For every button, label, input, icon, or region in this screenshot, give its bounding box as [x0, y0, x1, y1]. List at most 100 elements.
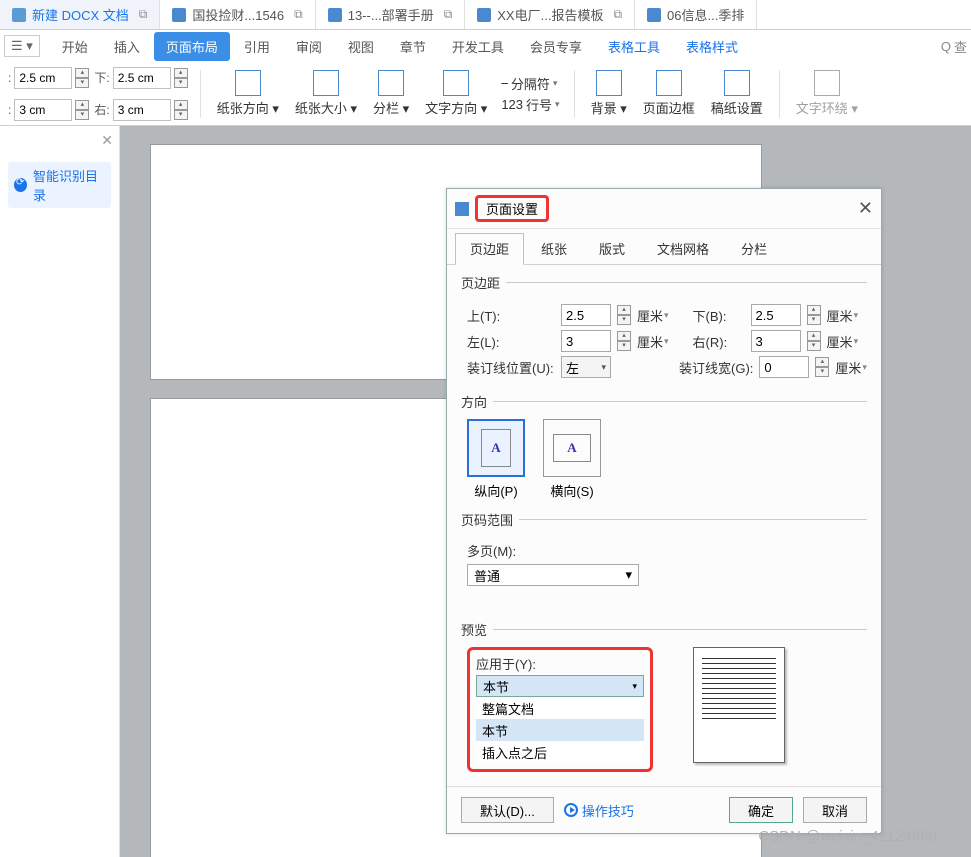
right-input[interactable]	[751, 330, 801, 352]
apply-option-afterpoint[interactable]: 插入点之后	[476, 741, 644, 763]
tab-label: 新建 DOCX 文档	[32, 5, 129, 24]
ribbon-tab-view[interactable]: 视图	[336, 32, 386, 61]
close-icon[interactable]: ✕	[858, 198, 873, 219]
ribbon-tab-pagelayout[interactable]: 页面布局	[154, 32, 230, 61]
spinner[interactable]: ▴▾	[75, 68, 89, 88]
ribbon-tab-review[interactable]: 审阅	[284, 32, 334, 61]
doc-tab[interactable]: XX电厂...报告模板 ⧉	[465, 0, 635, 29]
tab-label: 06信息...季排	[667, 5, 744, 24]
landscape-label: 横向(S)	[550, 481, 593, 500]
columns-button[interactable]: 分栏 ▾	[367, 68, 415, 119]
ribbon-tab-reference[interactable]: 引用	[232, 32, 282, 61]
tips-link[interactable]: 操作技巧	[564, 801, 634, 820]
navigation-pane: ✕ 智能识别目录	[0, 126, 120, 857]
separator-linenum-group: ⎯ 分隔符 ▾ 123 行号 ▾	[497, 72, 563, 116]
gutter-pos-select[interactable]: 左▾	[561, 356, 611, 378]
ribbon-tab-chapter[interactable]: 章节	[388, 32, 438, 61]
gutter-w-input[interactable]	[759, 356, 809, 378]
orientation-portrait[interactable]: A 纵向(P)	[467, 419, 525, 500]
page-setup-dialog: 页面设置 ✕ 页边距 纸张 版式 文档网格 分栏 页边距 上(T): ▴▾ 厘米…	[446, 188, 882, 834]
wps-icon	[328, 8, 342, 22]
preview-thumbnail	[693, 647, 785, 763]
linenum-button[interactable]: 123 行号 ▾	[501, 95, 559, 114]
duplicate-icon[interactable]: ⧉	[294, 7, 303, 22]
duplicate-icon[interactable]: ⧉	[613, 7, 622, 22]
unit-select[interactable]: 厘米▾	[637, 306, 669, 325]
wrap-icon	[814, 70, 840, 96]
duplicate-icon[interactable]: ⧉	[444, 7, 453, 22]
app-icon	[455, 202, 469, 216]
search-button[interactable]: Q 查	[941, 37, 967, 56]
background-button[interactable]: 背景 ▾	[585, 68, 633, 119]
page-icon	[313, 70, 339, 96]
ribbon-tab-tablestyle[interactable]: 表格样式	[674, 32, 750, 61]
wps-icon	[647, 8, 661, 22]
left-input[interactable]	[561, 330, 611, 352]
page-icon	[235, 70, 261, 96]
spinner[interactable]: ▴▾	[815, 357, 829, 377]
unit-select[interactable]: 厘米▾	[637, 332, 669, 351]
dialog-tab-layout[interactable]: 版式	[584, 233, 640, 264]
page-size-button[interactable]: 纸张大小 ▾	[289, 68, 363, 119]
unit-select[interactable]: 厘米▾	[827, 332, 859, 351]
margin-top-input[interactable]	[14, 67, 72, 89]
apply-option-wholedoc[interactable]: 整篇文档	[476, 697, 644, 719]
margin-right-input[interactable]	[113, 99, 171, 121]
grid-button[interactable]: 稿纸设置	[705, 68, 769, 119]
file-dropdown[interactable]: ☰ ▾	[4, 35, 40, 57]
orientation-landscape[interactable]: A 横向(S)	[543, 419, 601, 500]
wps-icon	[172, 8, 186, 22]
dialog-titlebar[interactable]: 页面设置 ✕	[447, 189, 881, 229]
bottom-input[interactable]	[751, 304, 801, 326]
ribbon-tab-insert[interactable]: 插入	[102, 32, 152, 61]
border-button[interactable]: 页面边框	[637, 68, 701, 119]
unit-select[interactable]: 厘米▾	[835, 358, 867, 377]
spinner[interactable]: ▴▾	[807, 305, 821, 325]
spinner[interactable]: ▴▾	[807, 331, 821, 351]
refresh-icon	[14, 178, 27, 192]
cancel-button[interactable]: 取消	[803, 797, 867, 823]
default-button[interactable]: 默认(D)...	[461, 797, 554, 823]
spinner[interactable]: ▴▾	[617, 331, 631, 351]
margin-left-input[interactable]	[14, 99, 72, 121]
dialog-tab-paper[interactable]: 纸张	[526, 233, 582, 264]
spinner[interactable]: ▴▾	[617, 305, 631, 325]
doc-tab[interactable]: 06信息...季排	[635, 0, 757, 29]
ribbon-tab-devtools[interactable]: 开发工具	[440, 32, 516, 61]
page-direction-button[interactable]: 纸张方向 ▾	[211, 68, 285, 119]
apply-option-section[interactable]: 本节	[476, 719, 644, 741]
section-label-pagerange: 页码范围	[461, 510, 867, 529]
dialog-tab-columns[interactable]: 分栏	[726, 233, 782, 264]
gutter-pos-label: 装订线位置(U):	[467, 358, 555, 377]
apply-to-combo[interactable]: 本节▾	[476, 675, 644, 697]
doc-tab[interactable]: 国投捡财...1546 ⧉	[160, 0, 315, 29]
unit-select[interactable]: 厘米▾	[827, 306, 859, 325]
dialog-tab-margin[interactable]: 页边距	[455, 233, 524, 265]
ok-button[interactable]: 确定	[729, 797, 793, 823]
ribbon-tab-start[interactable]: 开始	[50, 32, 100, 61]
right-label: 右(R):	[693, 332, 745, 351]
border-icon	[656, 70, 682, 96]
spinner[interactable]: ▴▾	[75, 100, 89, 120]
tab-label: XX电厂...报告模板	[497, 5, 603, 24]
spinner[interactable]: ▴▾	[174, 100, 188, 120]
close-icon[interactable]: ✕	[101, 132, 113, 149]
text-direction-button[interactable]: 文字方向 ▾	[419, 68, 493, 119]
smart-toc-button[interactable]: 智能识别目录	[8, 162, 111, 208]
top-label: 上(T):	[467, 306, 555, 325]
docx-icon	[12, 8, 26, 22]
dialog-tab-grid[interactable]: 文档网格	[642, 233, 724, 264]
doc-tab[interactable]: 新建 DOCX 文档 ⧉	[0, 0, 160, 29]
margin-bottom-input[interactable]	[113, 67, 171, 89]
ribbon-tab-member[interactable]: 会员专享	[518, 32, 594, 61]
margin-right-label: 右:	[94, 101, 109, 118]
duplicate-icon[interactable]: ⧉	[139, 7, 148, 22]
multipage-select[interactable]: 普通▾	[467, 564, 639, 586]
ribbon-tab-tabletools[interactable]: 表格工具	[596, 32, 672, 61]
top-input[interactable]	[561, 304, 611, 326]
doc-tab[interactable]: 13--...部署手册 ⧉	[316, 0, 466, 29]
apply-to-label: 应用于(Y):	[476, 652, 644, 675]
separator-button[interactable]: ⎯ 分隔符 ▾	[501, 74, 559, 93]
spinner[interactable]: ▴▾	[174, 68, 188, 88]
grid-icon	[724, 70, 750, 96]
